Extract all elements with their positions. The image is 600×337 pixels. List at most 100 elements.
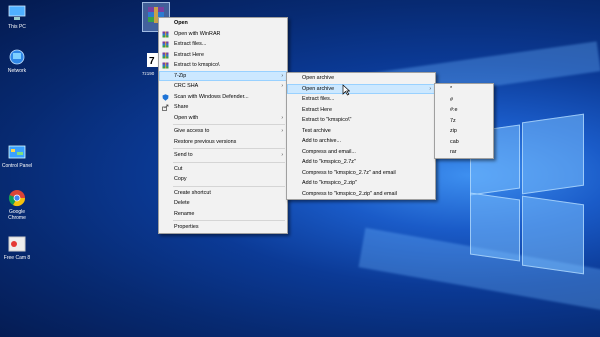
windows-logo-pane	[470, 192, 520, 262]
winrar-icon	[162, 31, 169, 38]
menu-item-label: 7-Zip	[174, 72, 187, 79]
menu-item-open-with-winrar[interactable]: Open with WinRAR	[159, 29, 287, 40]
winrar-icon	[162, 52, 169, 59]
chevron-right-icon: ›	[281, 152, 283, 158]
winrar-icon	[162, 41, 169, 48]
network-icon	[7, 48, 27, 66]
menu-item-delete[interactable]: Delete	[159, 198, 287, 209]
archive-type-rar[interactable]: rar	[435, 147, 493, 158]
menu-item-label: Give access to	[174, 128, 210, 134]
menu-item-extract-files[interactable]: Extract files...	[287, 94, 435, 105]
menu-item-label: Copy	[174, 176, 187, 182]
menu-item-label: Cut	[174, 165, 183, 172]
menu-item-label: Extract files...	[174, 41, 207, 47]
archive-type-option-0[interactable]: *	[435, 84, 493, 95]
menu-item-cut[interactable]: Cut	[159, 164, 287, 175]
windows-logo-pane	[522, 113, 584, 195]
menu-item-label: Compress to "kmspico_2.7z" and email	[302, 169, 396, 176]
archive-type-cab[interactable]: cab	[435, 137, 493, 148]
desktop-icon-label: Control Panel	[1, 163, 33, 169]
archive-type-option-1[interactable]: #	[435, 95, 493, 106]
menu-item-7-zip[interactable]: 7-Zip ›	[159, 70, 287, 81]
7zip-submenu: Open archive Open archive › Extract files..…	[286, 72, 436, 200]
chevron-right-icon: ›	[281, 128, 283, 134]
menu-item-open[interactable]: Open	[159, 18, 287, 29]
archive-type-zip[interactable]: zip	[435, 126, 493, 137]
menu-item-create-shortcut[interactable]: Create shortcut	[159, 188, 287, 199]
menu-item-compress-to-kmspico-2-7z-and-email[interactable]: Compress to "kmspico_2.7z" and email	[287, 168, 435, 179]
menu-item-share[interactable]: Share	[159, 102, 287, 113]
menu-item-label: Scan with Windows Defender...	[174, 93, 249, 100]
archive-type-e[interactable]: #:e	[435, 105, 493, 116]
windows-logo-pane	[522, 195, 584, 275]
menu-item-extract-here[interactable]: Extract Here	[159, 50, 287, 61]
winrar-icon	[162, 62, 169, 69]
menu-item-label: Compress to "kmspico_2.zip" and email	[302, 190, 397, 197]
control-panel-icon	[7, 143, 27, 161]
desktop-icon-label: Network	[7, 68, 27, 74]
chevron-right-icon: ›	[281, 114, 283, 121]
context-menu: Open Open with WinRAR Extract files... Extr…	[158, 17, 288, 234]
chrome-icon	[7, 189, 27, 207]
menu-item-rename[interactable]: Rename	[159, 209, 287, 220]
desktop-icon-free-cam[interactable]: Free Cam 8	[0, 235, 34, 261]
menu-item-label: Share	[174, 104, 189, 110]
defender-icon	[162, 93, 169, 101]
menu-item-open-archive[interactable]: Open archive ›	[287, 83, 435, 94]
desktop-icon-control-panel[interactable]: Control Panel	[0, 143, 34, 169]
menu-item-extract-here[interactable]: Extract Here	[287, 105, 435, 116]
menu-item-copy[interactable]: Copy	[159, 174, 287, 185]
chevron-right-icon: ›	[281, 83, 283, 89]
menu-item-label: Add to "kmspico_2.7z"	[302, 159, 356, 165]
menu-separator	[173, 161, 285, 163]
menu-item-label: Open with	[174, 114, 199, 121]
menu-item-label: Properties	[174, 224, 199, 230]
menu-item-send-to[interactable]: Send to ›	[159, 150, 287, 161]
menu-item-open-with[interactable]: Open with ›	[159, 113, 287, 124]
menu-item-label: Extract files...	[302, 96, 335, 102]
menu-item-restore-previous-versions[interactable]: Restore previous versions	[159, 137, 287, 148]
menu-item-extract-to-kmspico[interactable]: Extract to kmspico\	[159, 60, 287, 71]
menu-item-label: Open	[174, 20, 188, 26]
archive-type-7z[interactable]: 7z	[435, 116, 493, 127]
desktop-icon-label: Free Cam 8	[3, 255, 31, 261]
open-archive-submenu: * # #:e 7z zip cab rar	[434, 83, 494, 159]
menu-item-label: Extract to kmspico\	[174, 62, 220, 68]
menu-item-label: Extract Here	[302, 106, 332, 113]
menu-separator	[173, 148, 285, 149]
menu-item-test-archive[interactable]: Test archive	[287, 126, 435, 137]
chevron-right-icon: ›	[429, 85, 431, 92]
menu-item-label: Open archive	[302, 75, 335, 81]
menu-item-label: Extract Here	[174, 51, 204, 58]
menu-item-open-archive[interactable]: Open archive	[287, 73, 435, 84]
menu-item-label: CRC SHA	[174, 83, 199, 89]
menu-item-label: Send to	[174, 152, 193, 158]
menu-item-label: Rename	[174, 210, 195, 217]
menu-item-compress-and-email[interactable]: Compress and email...	[287, 147, 435, 158]
menu-item-compress-to-kmspico-2-zip-and-email[interactable]: Compress to "kmspico_2.zip" and email	[287, 189, 435, 200]
share-icon	[162, 104, 169, 111]
desktop-icon-chrome[interactable]: Google Chrome	[0, 189, 34, 221]
menu-item-give-access-to[interactable]: Give access to ›	[159, 126, 287, 137]
menu-item-properties[interactable]: Properties	[159, 222, 287, 233]
mouse-cursor-icon	[342, 84, 350, 96]
menu-item-label: Open with WinRAR	[174, 30, 221, 37]
menu-item-extract-to-kmspico[interactable]: Extract to "kmspico\"	[287, 115, 435, 126]
menu-item-label: Test archive	[302, 127, 331, 134]
desktop-icon-network[interactable]: Network	[0, 48, 34, 74]
chevron-right-icon: ›	[281, 72, 283, 79]
menu-item-label: Extract to "kmspico\"	[302, 117, 352, 123]
desktop-icon-this-pc[interactable]: This PC	[0, 4, 34, 30]
menu-item-label: Add to "kmspico_2.zip"	[302, 180, 358, 186]
this-pc-icon	[7, 4, 27, 22]
menu-item-extract-files[interactable]: Extract files...	[159, 39, 287, 50]
menu-item-crc-sha[interactable]: CRC SHA ›	[159, 81, 287, 92]
menu-item-add-to-kmspico-2-zip[interactable]: Add to "kmspico_2.zip"	[287, 178, 435, 189]
menu-separator	[173, 185, 285, 187]
menu-item-scan-with-windows-defender[interactable]: Scan with Windows Defender...	[159, 92, 287, 103]
menu-item-label: Create shortcut	[174, 189, 211, 196]
menu-item-add-to-archive[interactable]: Add to archive...	[287, 136, 435, 147]
menu-item-add-to-kmspico-2-7z[interactable]: Add to "kmspico_2.7z"	[287, 157, 435, 168]
menu-item-label: Restore previous versions	[174, 138, 237, 145]
menu-item-label: Add to archive...	[302, 138, 341, 144]
